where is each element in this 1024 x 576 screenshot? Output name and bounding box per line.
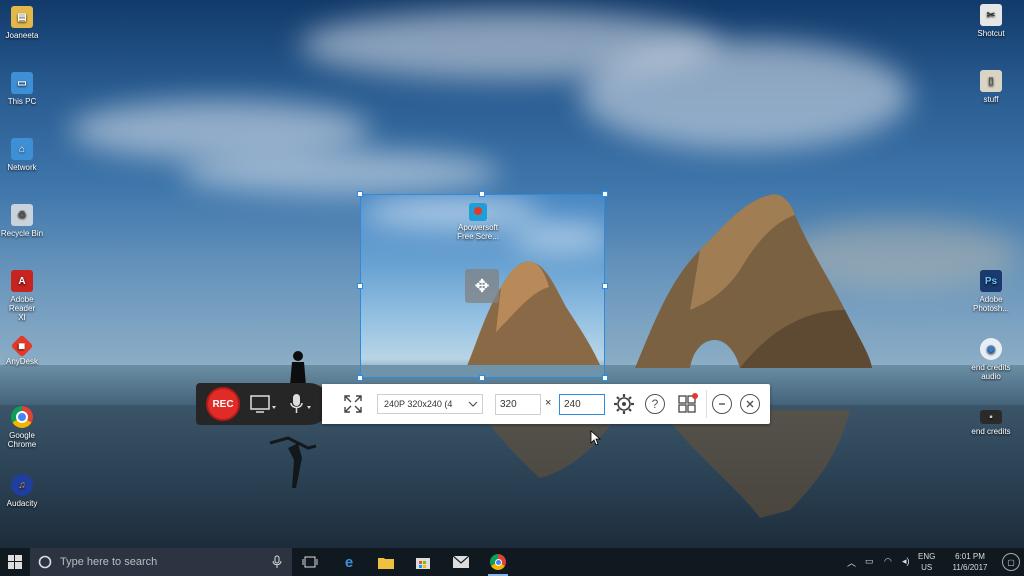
dimension-separator: × <box>545 397 552 409</box>
microphone-icon[interactable] <box>272 555 282 569</box>
battery-icon[interactable]: ▭ <box>865 556 874 567</box>
microphone-dropdown-icon[interactable] <box>288 392 314 416</box>
height-field[interactable]: 240 <box>559 394 605 415</box>
desktop-icon-this-pc[interactable]: ▭ This PC <box>0 72 52 106</box>
resize-handle-bottom-right[interactable] <box>602 375 608 381</box>
start-button[interactable] <box>0 548 30 576</box>
desktop: ▤ Joaneeta ▭ This PC ⌂ Network ♻ Recycle… <box>0 0 1024 548</box>
user-folder-icon: ▤ <box>11 6 33 28</box>
desktop-icon-photoshop[interactable]: Ps Adobe Photosh... <box>961 270 1021 313</box>
network-icon: ⌂ <box>11 138 33 160</box>
apowersoft-desktop-icon[interactable]: Apowersoft Free Scre... <box>449 203 507 241</box>
apps-grid-icon[interactable] <box>677 393 699 415</box>
desktop-icon-recycle-bin[interactable]: ♻ Recycle Bin <box>0 204 52 238</box>
video-file-icon: ▪ <box>980 410 1002 424</box>
help-icon[interactable]: ? <box>645 394 665 414</box>
audacity-icon: ♫ <box>11 474 33 496</box>
chevron-down-icon <box>468 395 478 419</box>
desktop-icon-audacity[interactable]: ♫ Audacity <box>0 474 52 508</box>
fullscreen-icon[interactable] <box>342 393 364 415</box>
desktop-icon-end-credits[interactable]: ▪ end credits <box>961 410 1021 436</box>
resize-handle-top[interactable] <box>479 191 485 197</box>
store-icon[interactable] <box>413 552 433 572</box>
action-center-icon[interactable]: ▢ <box>1002 553 1020 571</box>
desktop-icon-adobe-reader[interactable]: A Adobe Reader XI <box>0 270 52 322</box>
resize-handle-bottom-left[interactable] <box>357 375 363 381</box>
resize-handle-bottom[interactable] <box>479 375 485 381</box>
show-hidden-icons-icon[interactable]: ︿ <box>847 556 856 569</box>
desktop-icon-google-chrome[interactable]: Google Chrome <box>0 406 52 449</box>
folder-icon: ▯ <box>980 70 1002 92</box>
anydesk-icon: ◆ <box>10 334 34 358</box>
resize-handle-top-left[interactable] <box>357 191 363 197</box>
desktop-icon-shotcut[interactable]: ✂ Shotcut <box>961 4 1021 38</box>
language-indicator[interactable]: ENG US <box>918 551 935 573</box>
apowersoft-icon <box>469 203 487 221</box>
settings-gear-icon[interactable] <box>613 393 635 415</box>
desktop-icon-anydesk[interactable]: ◆ AnyDesk <box>0 334 52 366</box>
rec-button[interactable]: REC <box>206 387 240 421</box>
desktop-icon-end-credits-audio[interactable]: ◉ end credits audio <box>961 338 1021 381</box>
task-view-icon[interactable] <box>300 552 320 572</box>
resize-handle-top-right[interactable] <box>602 191 608 197</box>
clock[interactable]: 6:01 PM 11/6/2017 <box>945 551 995 573</box>
move-handle-icon[interactable]: ✥ <box>465 269 499 303</box>
file-explorer-icon[interactable] <box>376 552 396 572</box>
minimize-icon[interactable] <box>712 394 732 414</box>
chrome-taskbar-icon[interactable] <box>488 552 508 572</box>
shotcut-icon: ✂ <box>980 4 1002 26</box>
audio-file-icon: ◉ <box>980 338 1002 360</box>
resize-handle-right[interactable] <box>602 283 608 289</box>
screen-dropdown-icon[interactable] <box>250 394 278 414</box>
wifi-icon[interactable]: ◠ <box>884 556 892 567</box>
desktop-icon-network[interactable]: ⌂ Network <box>0 138 52 172</box>
recycle-bin-icon: ♻ <box>11 204 33 226</box>
chrome-icon <box>11 406 33 428</box>
desktop-icon-joaneeta[interactable]: ▤ Joaneeta <box>0 6 52 40</box>
desktop-icon-stuff[interactable]: ▯ stuff <box>961 70 1021 104</box>
computer-icon: ▭ <box>11 72 33 94</box>
mail-icon[interactable] <box>451 552 471 572</box>
rock-arch <box>635 194 872 368</box>
width-field[interactable]: 320 <box>495 394 541 415</box>
cortana-icon <box>38 555 52 569</box>
close-icon[interactable] <box>740 394 760 414</box>
pdf-icon: A <box>11 270 33 292</box>
resize-handle-left[interactable] <box>357 283 363 289</box>
volume-icon[interactable]: ◂) <box>902 556 910 567</box>
photoshop-icon: Ps <box>980 270 1002 292</box>
edge-icon[interactable]: e <box>339 552 359 572</box>
windows-logo-icon <box>8 555 22 569</box>
taskbar-search-box[interactable]: Type here to search <box>30 548 292 576</box>
mouse-cursor-icon <box>590 430 602 446</box>
taskbar: Type here to search e ︿ ▭ ◠ ◂) ENG US 6:… <box>0 548 1024 576</box>
rock-reflection <box>660 410 850 518</box>
resolution-select[interactable]: 240P 320x240 (4 <box>377 394 483 414</box>
recorder-toolbar: 240P 320x240 (4 320 × 240 ? <box>322 384 770 424</box>
